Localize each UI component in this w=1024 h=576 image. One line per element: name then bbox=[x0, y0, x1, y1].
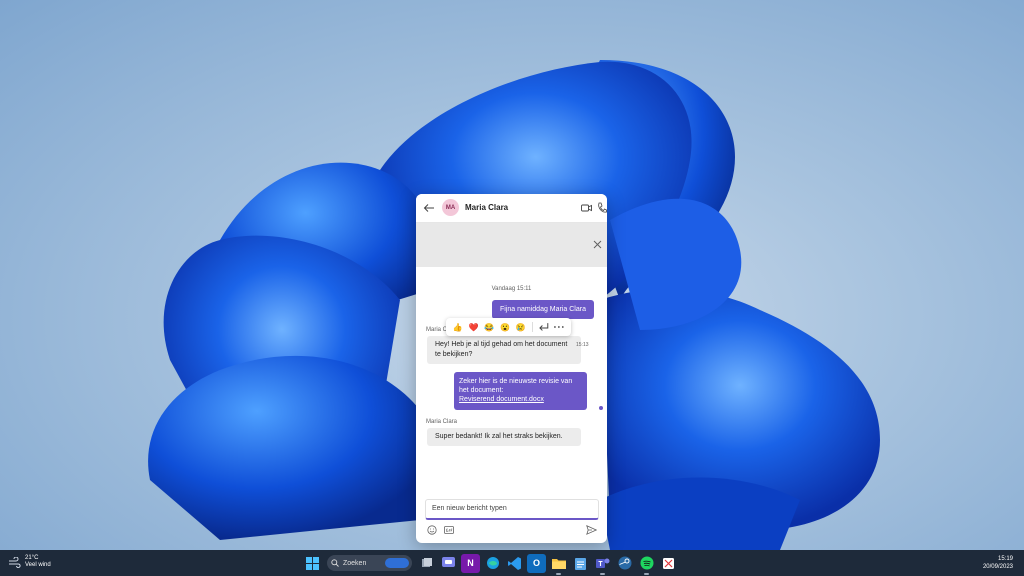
contact-name: Maria Clara bbox=[465, 203, 509, 212]
message-time: 15:13 bbox=[576, 342, 589, 348]
chat-header: MA Maria Clara bbox=[416, 194, 607, 223]
outlook-icon[interactable]: O bbox=[527, 553, 546, 573]
sad-reaction-icon[interactable]: 😢 bbox=[513, 319, 529, 335]
taskbar-search[interactable]: Zoeken bbox=[327, 555, 412, 571]
wind-icon bbox=[9, 556, 21, 568]
seen-indicator bbox=[599, 406, 603, 410]
taskbar-apps: Zoeken N O bbox=[303, 553, 678, 575]
spotify-icon[interactable] bbox=[637, 554, 656, 575]
onenote-icon[interactable]: N bbox=[461, 553, 480, 573]
clock-time: 15:19 bbox=[997, 556, 1013, 562]
active-indicator bbox=[556, 572, 561, 575]
message-sender: Maria C bbox=[426, 327, 448, 333]
message-sender: Maria Clara bbox=[426, 419, 458, 425]
chat-window: MA Maria Clara Vandaag 15:11 Fijna namid… bbox=[416, 194, 607, 543]
vscode-icon[interactable] bbox=[505, 554, 524, 573]
folder-icon[interactable] bbox=[549, 554, 568, 575]
teams-icon[interactable] bbox=[593, 554, 612, 575]
steam-icon[interactable] bbox=[615, 554, 634, 573]
like-reaction-icon[interactable]: 👍 bbox=[450, 319, 466, 335]
heart-reaction-icon[interactable]: ❤️ bbox=[466, 319, 482, 335]
notepad-icon[interactable] bbox=[571, 554, 590, 573]
back-arrow-icon[interactable] bbox=[423, 202, 435, 214]
document-link[interactable]: Reviserend document.docx bbox=[459, 395, 581, 404]
more-options-icon[interactable] bbox=[551, 319, 567, 335]
active-indicator bbox=[600, 572, 605, 575]
taskbar: 21°C Veel wind Zoeken N O 15:19 20/09/20… bbox=[0, 550, 1024, 576]
surprised-reaction-icon[interactable]: 😮 bbox=[497, 319, 513, 335]
incoming-message[interactable]: Hey! Heb je al tijd gehad om het documen… bbox=[427, 336, 581, 364]
info-banner bbox=[416, 223, 607, 267]
weather-temp: 21°C bbox=[25, 555, 39, 561]
message-text: Zeker hier is de nieuwste revisie van he… bbox=[459, 378, 573, 394]
reaction-toolbar: 👍 ❤️ 😂 😮 😢 bbox=[446, 318, 571, 336]
clock-date: 20/09/2023 bbox=[982, 564, 1013, 570]
snipping-tool-icon[interactable] bbox=[659, 554, 678, 573]
video-call-icon[interactable] bbox=[581, 203, 592, 213]
laugh-reaction-icon[interactable]: 😂 bbox=[481, 319, 497, 335]
task-view-icon[interactable] bbox=[417, 554, 436, 573]
emoji-icon[interactable] bbox=[427, 525, 437, 535]
search-highlight bbox=[385, 558, 409, 568]
reply-icon[interactable] bbox=[536, 319, 552, 335]
avatar[interactable]: MA bbox=[442, 199, 459, 216]
active-indicator bbox=[644, 572, 649, 575]
outgoing-message[interactable]: Zeker hier is de nieuwste revisie van he… bbox=[454, 372, 587, 410]
phone-call-icon[interactable] bbox=[597, 202, 607, 214]
gif-icon[interactable] bbox=[444, 526, 454, 534]
close-icon[interactable] bbox=[593, 240, 602, 249]
search-label: Zoeken bbox=[343, 559, 367, 567]
message-input[interactable]: Een nieuw bericht typen bbox=[425, 499, 599, 520]
outgoing-message[interactable]: Fijna namiddag Maria Clara bbox=[492, 300, 594, 319]
weather-widget[interactable]: 21°C Veel wind bbox=[8, 555, 51, 569]
send-icon[interactable] bbox=[586, 525, 597, 535]
system-clock[interactable]: 15:19 20/09/2023 bbox=[983, 555, 1013, 571]
search-icon bbox=[331, 559, 339, 567]
toolbar-divider bbox=[531, 322, 533, 332]
incoming-message[interactable]: Super bedankt! Ik zal het straks bekijke… bbox=[427, 428, 581, 446]
edge-icon[interactable] bbox=[483, 554, 502, 573]
weather-desc: Veel wind bbox=[25, 562, 51, 568]
teams-chat-icon[interactable] bbox=[439, 554, 458, 573]
windows-start-icon[interactable] bbox=[303, 554, 322, 573]
date-separator: Vandaag 15:11 bbox=[491, 286, 532, 292]
